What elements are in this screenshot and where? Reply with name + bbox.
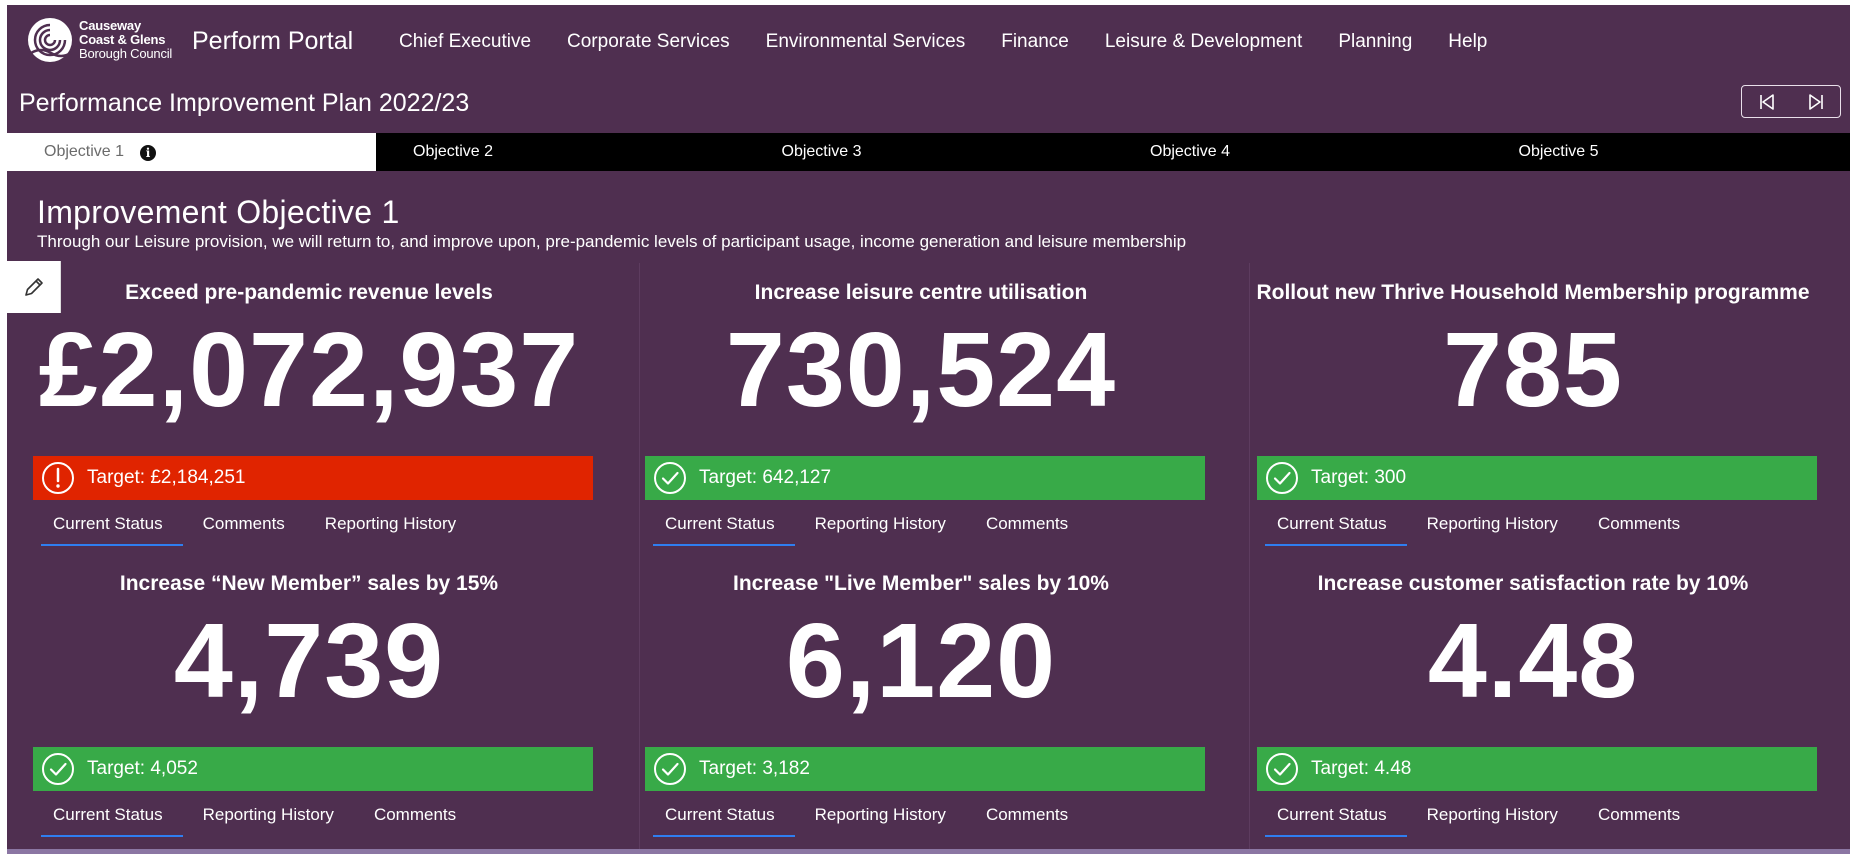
check-circle-icon xyxy=(654,462,686,494)
tab-current-status[interactable]: Current Status xyxy=(645,502,795,546)
tab-current-status[interactable]: Current Status xyxy=(645,793,795,837)
kpi-title: Rollout new Thrive Household Membership … xyxy=(1256,281,1810,304)
exclamation-circle-icon xyxy=(42,462,74,494)
info-icon[interactable]: i xyxy=(140,145,156,161)
card-tabs: Current Status Reporting History Comment… xyxy=(645,502,1088,546)
kpi-value: £2,072,937 xyxy=(38,311,580,429)
objective-tabs: Objective 1 i Objective 2 Objective 3 Ob… xyxy=(7,133,1850,171)
tab-current-status[interactable]: Current Status xyxy=(33,793,183,837)
tab-reporting-history[interactable]: Reporting History xyxy=(795,502,966,546)
kpi-title: Exceed pre-pandemic revenue levels xyxy=(125,281,493,304)
tab-comments[interactable]: Comments xyxy=(966,793,1088,837)
kpi-title: Increase “New Member” sales by 15% xyxy=(119,572,499,595)
main-nav: Chief Executive Corporate Services Envir… xyxy=(399,31,1523,53)
target-text: Target: 3,182 xyxy=(699,758,810,779)
tab-reporting-history[interactable]: Reporting History xyxy=(1407,502,1578,546)
page-title: Performance Improvement Plan 2022/23 xyxy=(19,89,470,117)
target-text: Target: £2,184,251 xyxy=(87,467,246,488)
kpi-value: 785 xyxy=(1443,311,1623,429)
previous-button[interactable] xyxy=(1752,89,1782,114)
tab-current-status[interactable]: Current Status xyxy=(1257,793,1407,837)
skip-previous-icon xyxy=(1759,93,1774,110)
pager xyxy=(1741,85,1841,118)
nav-leisure-development[interactable]: Leisure & Development xyxy=(1105,31,1303,53)
tab-comments[interactable]: Comments xyxy=(354,793,476,837)
kpi-card-thrive-membership: Rollout new Thrive Household Membership … xyxy=(1241,281,1825,551)
card-tabs: Current Status Reporting History Comment… xyxy=(1257,793,1700,837)
tab-objective-3[interactable]: Objective 3 xyxy=(745,133,1114,171)
tab-objective-4[interactable]: Objective 4 xyxy=(1113,133,1482,171)
tab-current-status[interactable]: Current Status xyxy=(1257,502,1407,546)
kpi-value: 4.48 xyxy=(1427,602,1639,720)
tab-label: Objective 1 xyxy=(44,143,125,160)
logo-line: Coast & Glens xyxy=(79,32,166,47)
tab-reporting-history[interactable]: Reporting History xyxy=(183,793,354,837)
target-bar: Target: 300 xyxy=(1257,456,1817,500)
tab-reporting-history[interactable]: Reporting History xyxy=(795,793,966,837)
check-circle-icon xyxy=(654,753,686,785)
target-bar: Target: 3,182 xyxy=(645,747,1205,791)
tab-objective-5[interactable]: Objective 5 xyxy=(1482,133,1850,171)
top-bar: Causeway Coast & Glens Borough Council P… xyxy=(7,5,1850,75)
nav-environmental-services[interactable]: Environmental Services xyxy=(766,31,966,53)
target-bar: Target: 642,127 xyxy=(645,456,1205,500)
kpi-title: Increase "Live Member" sales by 10% xyxy=(733,572,1109,595)
tab-current-status[interactable]: Current Status xyxy=(33,502,183,546)
target-bar: Target: 4.48 xyxy=(1257,747,1817,791)
logo-line: Borough Council xyxy=(79,46,173,61)
kpi-title: Increase customer satisfaction rate by 1… xyxy=(1317,572,1749,595)
target-bar: Target: £2,184,251 xyxy=(33,456,593,500)
nav-planning[interactable]: Planning xyxy=(1338,31,1412,53)
check-circle-icon xyxy=(42,753,74,785)
tab-reporting-history[interactable]: Reporting History xyxy=(305,502,476,546)
nav-help[interactable]: Help xyxy=(1448,31,1487,53)
kpi-card-live-member: Increase "Live Member" sales by 10% 6,12… xyxy=(629,572,1213,842)
tab-comments[interactable]: Comments xyxy=(1578,502,1700,546)
tab-reporting-history[interactable]: Reporting History xyxy=(1407,793,1578,837)
portal-title[interactable]: Perform Portal xyxy=(192,27,353,56)
council-logo[interactable]: Causeway Coast & Glens Borough Council xyxy=(25,15,172,65)
tab-label: Objective 2 xyxy=(413,143,494,160)
kpi-title: Increase leisure centre utilisation xyxy=(754,281,1088,304)
dashboard-frame: Causeway Coast & Glens Borough Council P… xyxy=(7,5,1850,854)
tab-label: Objective 4 xyxy=(1150,143,1231,160)
logo-line: Causeway xyxy=(79,18,141,33)
bottom-strip xyxy=(7,849,1850,854)
logo-text: Causeway Coast & Glens Borough Council xyxy=(79,19,172,61)
tab-objective-2[interactable]: Objective 2 xyxy=(376,133,745,171)
next-button[interactable] xyxy=(1801,89,1831,114)
card-tabs: Current Status Comments Reporting Histor… xyxy=(33,502,476,546)
tab-comments[interactable]: Comments xyxy=(183,502,305,546)
nav-finance[interactable]: Finance xyxy=(1001,31,1069,53)
target-text: Target: 642,127 xyxy=(699,467,832,488)
target-text: Target: 4,052 xyxy=(87,758,198,779)
target-text: Target: 4.48 xyxy=(1311,758,1412,779)
kpi-card-revenue: Exceed pre-pandemic revenue levels £2,07… xyxy=(17,281,601,551)
tab-objective-1[interactable]: Objective 1 i xyxy=(7,133,376,171)
card-tabs: Current Status Reporting History Comment… xyxy=(645,793,1088,837)
nav-corporate-services[interactable]: Corporate Services xyxy=(567,31,730,53)
objective-description: Through our Leisure provision, we will r… xyxy=(37,232,1187,251)
skip-next-icon xyxy=(1808,93,1823,110)
tab-label: Objective 3 xyxy=(781,143,862,160)
kpi-card-satisfaction: Increase customer satisfaction rate by 1… xyxy=(1241,572,1825,842)
kpi-value: 730,524 xyxy=(725,311,1117,429)
tab-comments[interactable]: Comments xyxy=(1578,793,1700,837)
kpi-value: 6,120 xyxy=(785,602,1057,720)
tab-comments[interactable]: Comments xyxy=(966,502,1088,546)
tab-label: Objective 5 xyxy=(1518,143,1599,160)
target-bar: Target: 4,052 xyxy=(33,747,593,791)
card-tabs: Current Status Reporting History Comment… xyxy=(33,793,476,837)
check-circle-icon xyxy=(1266,462,1298,494)
objective-title: Improvement Objective 1 xyxy=(37,194,400,230)
card-tabs: Current Status Reporting History Comment… xyxy=(1257,502,1700,546)
kpi-value: 4,739 xyxy=(173,602,445,720)
target-text: Target: 300 xyxy=(1311,467,1407,488)
kpi-card-utilisation: Increase leisure centre utilisation 730,… xyxy=(629,281,1213,551)
check-circle-icon xyxy=(1266,753,1298,785)
swirl-logo-icon xyxy=(28,18,72,62)
kpi-card-new-member: Increase “New Member” sales by 15% 4,739… xyxy=(17,572,601,842)
nav-chief-executive[interactable]: Chief Executive xyxy=(399,31,531,53)
